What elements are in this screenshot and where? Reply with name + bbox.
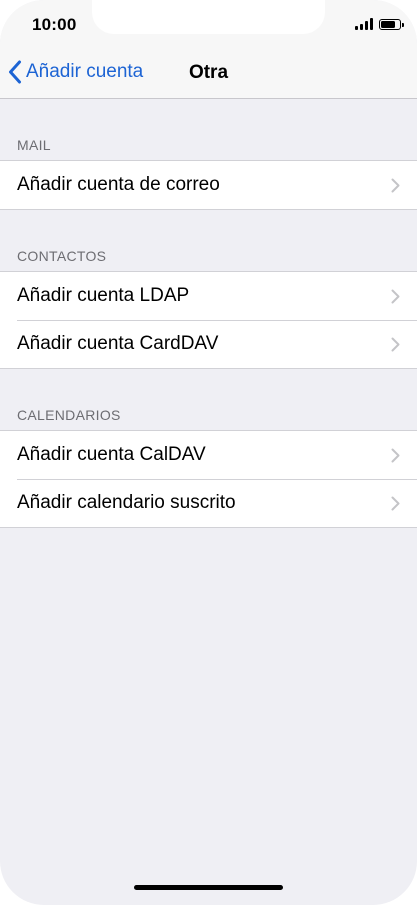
navigation-bar: Añadir cuenta Otra [0, 48, 417, 99]
row-label: Añadir cuenta CardDAV [17, 333, 219, 354]
group-contacts: Añadir cuenta LDAP Añadir cuenta CardDAV [0, 271, 417, 369]
back-button[interactable]: Añadir cuenta [8, 60, 143, 84]
chevron-right-icon [391, 178, 400, 193]
battery-level-fill [381, 20, 395, 28]
chevron-right-icon [391, 496, 400, 511]
phone-screen: 10:00 Añadir cuenta Otra MAIL Añadir cue… [0, 0, 417, 905]
row-add-caldav-account[interactable]: Añadir cuenta CalDAV [0, 431, 417, 479]
status-time: 10:00 [32, 15, 77, 34]
group-calendars: Añadir cuenta CalDAV Añadir calendario s… [0, 430, 417, 528]
row-label: Añadir cuenta de correo [17, 174, 220, 195]
row-add-subscribed-calendar[interactable]: Añadir calendario suscrito [0, 479, 417, 527]
battery-icon [379, 18, 404, 30]
chevron-right-icon [391, 337, 400, 352]
status-icons [355, 17, 404, 31]
row-label: Añadir calendario suscrito [17, 492, 236, 513]
chevron-right-icon [391, 289, 400, 304]
section-header-mail: MAIL [17, 137, 51, 153]
cellular-signal-icon [355, 18, 373, 30]
device-notch [92, 0, 325, 34]
chevron-left-icon [9, 60, 21, 84]
row-label: Añadir cuenta CalDAV [17, 444, 206, 465]
status-bar: 10:00 [0, 0, 417, 48]
row-label: Añadir cuenta LDAP [17, 285, 190, 306]
row-add-ldap-account[interactable]: Añadir cuenta LDAP [0, 272, 417, 320]
back-button-label: Añadir cuenta [26, 61, 144, 82]
row-add-carddav-account[interactable]: Añadir cuenta CardDAV [0, 320, 417, 368]
chevron-right-icon [391, 448, 400, 463]
home-indicator[interactable] [134, 885, 283, 890]
row-add-mail-account[interactable]: Añadir cuenta de correo [0, 161, 417, 209]
settings-list: MAIL Añadir cuenta de correo CONTACTOS A… [0, 99, 417, 528]
section-header-calendars: CALENDARIOS [17, 407, 121, 423]
section-header-contacts: CONTACTOS [17, 248, 107, 264]
group-mail: Añadir cuenta de correo [0, 160, 417, 210]
